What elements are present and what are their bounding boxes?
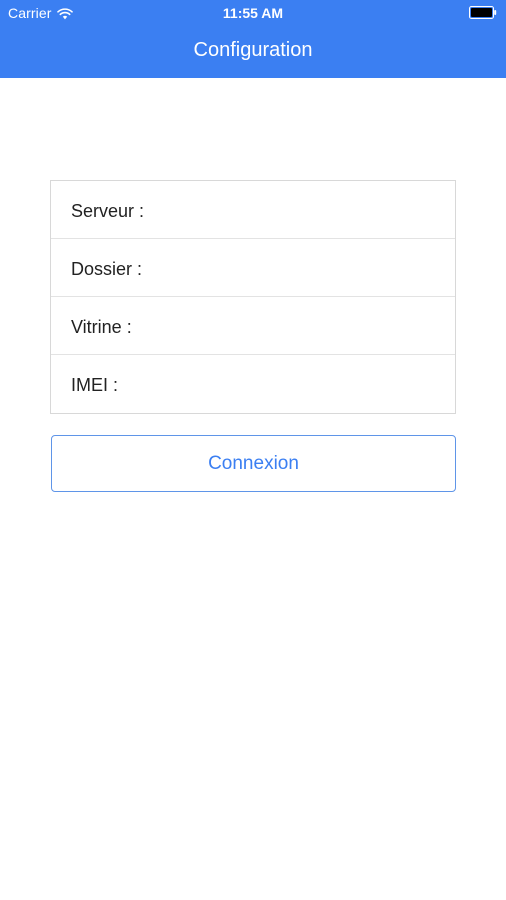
imei-row[interactable]: IMEI : [51,355,455,413]
page-title: Configuration [193,39,313,61]
configuration-screen: Carrier 11:55 AM Configuration Serveur:… [0,0,506,900]
imei-label: IMEI : [71,375,119,395]
server-input[interactable] [201,193,443,226]
folder-row[interactable]: Dossier : [51,239,455,297]
folder-input[interactable] [201,251,443,284]
folder-label: Dossier : [71,259,143,279]
storefront-row[interactable]: Vitrine : [51,297,455,355]
server-label: Serveur : [71,201,145,221]
server-row[interactable]: Serveur : [51,181,455,239]
storefront-label: Vitrine : [71,317,132,337]
status-time: 11:55 AM [222,5,284,21]
connect-button[interactable]: Connexion [51,435,456,492]
configuration-form: Serveur : Dossier : Vitrine : IMEI : [50,180,456,414]
top-navigation-bar: Carrier 11:55 AM Configuration [0,0,506,78]
battery-icon [469,6,497,19]
storefront-input[interactable] [201,309,443,342]
imei-input[interactable] [201,367,443,401]
status-bar: Carrier 11:55 AM [0,0,506,26]
